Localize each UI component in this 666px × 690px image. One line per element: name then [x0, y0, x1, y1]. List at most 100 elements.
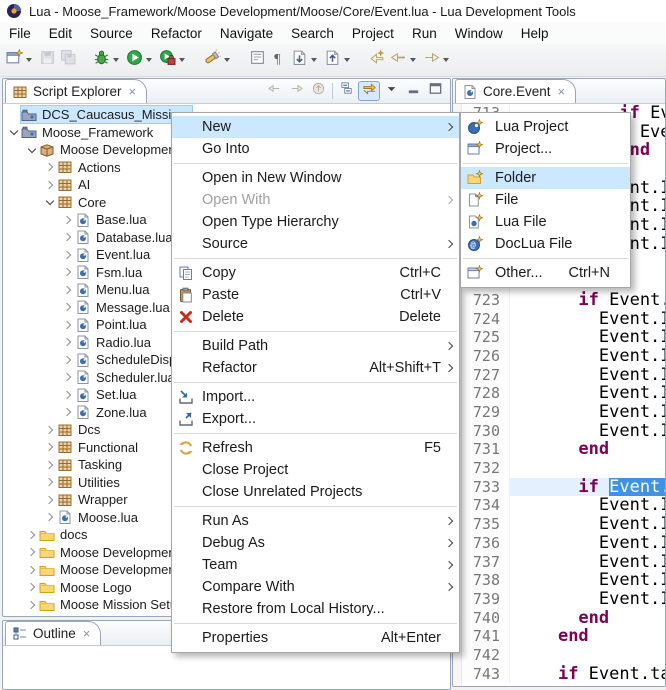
maximize-button[interactable] — [424, 81, 446, 101]
chevron-collapsed-icon[interactable] — [25, 602, 39, 608]
go-up-button[interactable] — [307, 81, 329, 101]
close-icon[interactable]: × — [558, 85, 566, 98]
tree-item-content[interactable]: Moose Development — [39, 561, 179, 578]
menu-item-close-unrelated-projects[interactable]: Close Unrelated Projects — [172, 481, 459, 503]
menubar-item-file[interactable]: File — [0, 24, 40, 43]
tree-item-content[interactable]: Tasking — [57, 456, 122, 473]
menu-item-folder[interactable]: Folder — [461, 167, 630, 189]
menu-item-lua-project[interactable]: Lua Project — [461, 116, 630, 138]
menu-item-build-path[interactable]: Build Path — [172, 335, 459, 357]
chevron-expanded-icon[interactable] — [7, 130, 21, 134]
chevron-collapsed-icon[interactable] — [43, 444, 57, 450]
dropdown-arrow-icon[interactable] — [224, 58, 230, 62]
menu-item-export[interactable]: Export... — [172, 408, 459, 430]
menu-item-file[interactable]: File — [461, 189, 630, 211]
menubar-item-edit[interactable]: Edit — [40, 24, 81, 43]
view-menu-button[interactable] — [380, 81, 402, 101]
dropdown-arrow-icon[interactable] — [311, 58, 317, 62]
forward-button[interactable] — [422, 48, 453, 72]
tree-item-content[interactable]: docs — [39, 526, 87, 543]
menu-item-project[interactable]: Project... — [461, 138, 630, 160]
menu-item-import[interactable]: Import... — [172, 386, 459, 408]
menu-item-copy[interactable]: CopyCtrl+C — [172, 262, 459, 284]
tree-item-content[interactable]: Zone.lua — [75, 404, 147, 421]
close-icon[interactable]: × — [83, 627, 91, 640]
menubar-item-run[interactable]: Run — [403, 24, 446, 43]
tree-item-content[interactable]: Functional — [57, 439, 138, 456]
last-edit-location-button[interactable] — [368, 48, 387, 72]
chevron-collapsed-icon[interactable] — [43, 182, 57, 188]
menu-item-close-project[interactable]: Close Project — [172, 459, 459, 481]
tree-item-content[interactable]: Set.lua — [75, 386, 136, 403]
dropdown-arrow-icon[interactable] — [410, 58, 416, 62]
chevron-collapsed-icon[interactable] — [43, 164, 57, 170]
menu-item-run-as[interactable]: Run As — [172, 510, 459, 532]
chevron-collapsed-icon[interactable] — [61, 374, 75, 380]
menu-item-other[interactable]: Other...Ctrl+N — [461, 262, 630, 284]
close-icon[interactable]: × — [129, 85, 137, 98]
tree-item-content[interactable]: AI — [57, 176, 90, 193]
view-back-button[interactable] — [263, 81, 285, 101]
chevron-collapsed-icon[interactable] — [61, 304, 75, 310]
tree-item-content[interactable]: Message.lua — [75, 299, 170, 316]
tree-item-content[interactable]: Actions — [57, 159, 121, 176]
menubar-item-refactor[interactable]: Refactor — [142, 24, 211, 43]
menubar-item-source[interactable]: Source — [81, 24, 142, 43]
tab-core-event[interactable]: Core.Event × — [455, 79, 576, 103]
menubar-item-window[interactable]: Window — [446, 24, 512, 43]
menu-item-new[interactable]: New — [172, 116, 459, 138]
tree-item-content[interactable]: Core — [57, 194, 106, 211]
chevron-collapsed-icon[interactable] — [61, 409, 75, 415]
tree-item-content[interactable]: Radio.lua — [75, 334, 151, 351]
chevron-collapsed-icon[interactable] — [61, 322, 75, 328]
debug-button[interactable] — [92, 48, 123, 72]
chevron-collapsed-icon[interactable] — [43, 427, 57, 433]
dropdown-arrow-icon[interactable] — [344, 58, 350, 62]
menu-item-go-into[interactable]: Go Into — [172, 138, 459, 160]
tree-item-selected-content[interactable]: DCS_Caucasus_Missions — [21, 106, 192, 123]
chevron-collapsed-icon[interactable] — [43, 479, 57, 485]
mark-occurrences-button[interactable] — [248, 48, 267, 72]
chevron-collapsed-icon[interactable] — [61, 269, 75, 275]
dropdown-arrow-icon[interactable] — [113, 58, 119, 62]
tree-item-content[interactable]: Wrapper — [57, 491, 128, 508]
menu-item-debug-as[interactable]: Debug As — [172, 532, 459, 554]
chevron-collapsed-icon[interactable] — [61, 217, 75, 223]
chevron-collapsed-icon[interactable] — [61, 287, 75, 293]
menu-item-refresh[interactable]: RefreshF5 — [172, 437, 459, 459]
chevron-collapsed-icon[interactable] — [61, 357, 75, 363]
chevron-collapsed-icon[interactable] — [61, 252, 75, 258]
run-button[interactable] — [125, 48, 156, 72]
menu-item-restore-from-local-history[interactable]: Restore from Local History... — [172, 598, 459, 620]
menu-item-open-in-new-window[interactable]: Open in New Window — [172, 167, 459, 189]
tree-item-content[interactable]: Scheduler.lua — [75, 369, 175, 386]
menu-item-doclua-file[interactable]: @DocLua File — [461, 233, 630, 255]
tree-item-content[interactable]: Moose.lua — [57, 509, 138, 526]
menubar-item-navigate[interactable]: Navigate — [211, 24, 282, 43]
dropdown-arrow-icon[interactable] — [443, 58, 449, 62]
link-with-editor-button[interactable] — [358, 81, 380, 101]
tab-outline[interactable]: Outline × — [5, 621, 101, 645]
search-button[interactable] — [203, 48, 234, 72]
tree-item-content[interactable]: Moose_Framework — [21, 124, 153, 141]
tree-item-content[interactable]: Dcs — [57, 421, 100, 438]
chevron-collapsed-icon[interactable] — [25, 584, 39, 590]
view-forward-button[interactable] — [285, 81, 307, 101]
tree-item-content[interactable]: Point.lua — [75, 316, 147, 333]
menu-item-paste[interactable]: PasteCtrl+V — [172, 284, 459, 306]
tree-item-content[interactable]: Moose Logo — [39, 579, 132, 596]
chevron-collapsed-icon[interactable] — [61, 392, 75, 398]
menu-item-delete[interactable]: DeleteDelete — [172, 306, 459, 328]
menu-item-properties[interactable]: PropertiesAlt+Enter — [172, 627, 459, 649]
new-wizard-button[interactable] — [5, 48, 36, 72]
next-annotation-button[interactable] — [290, 48, 321, 72]
dropdown-arrow-icon[interactable] — [179, 58, 185, 62]
chevron-expanded-icon[interactable] — [43, 200, 57, 204]
tab-script-explorer[interactable]: Script Explorer × — [5, 79, 147, 103]
chevron-collapsed-icon[interactable] — [25, 532, 39, 538]
tree-item-content[interactable]: Database.lua — [75, 229, 173, 246]
menu-item-team[interactable]: Team — [172, 554, 459, 576]
tree-item-content[interactable]: Utilities — [57, 474, 120, 491]
menu-item-source[interactable]: Source — [172, 233, 459, 255]
dropdown-arrow-icon[interactable] — [146, 58, 152, 62]
